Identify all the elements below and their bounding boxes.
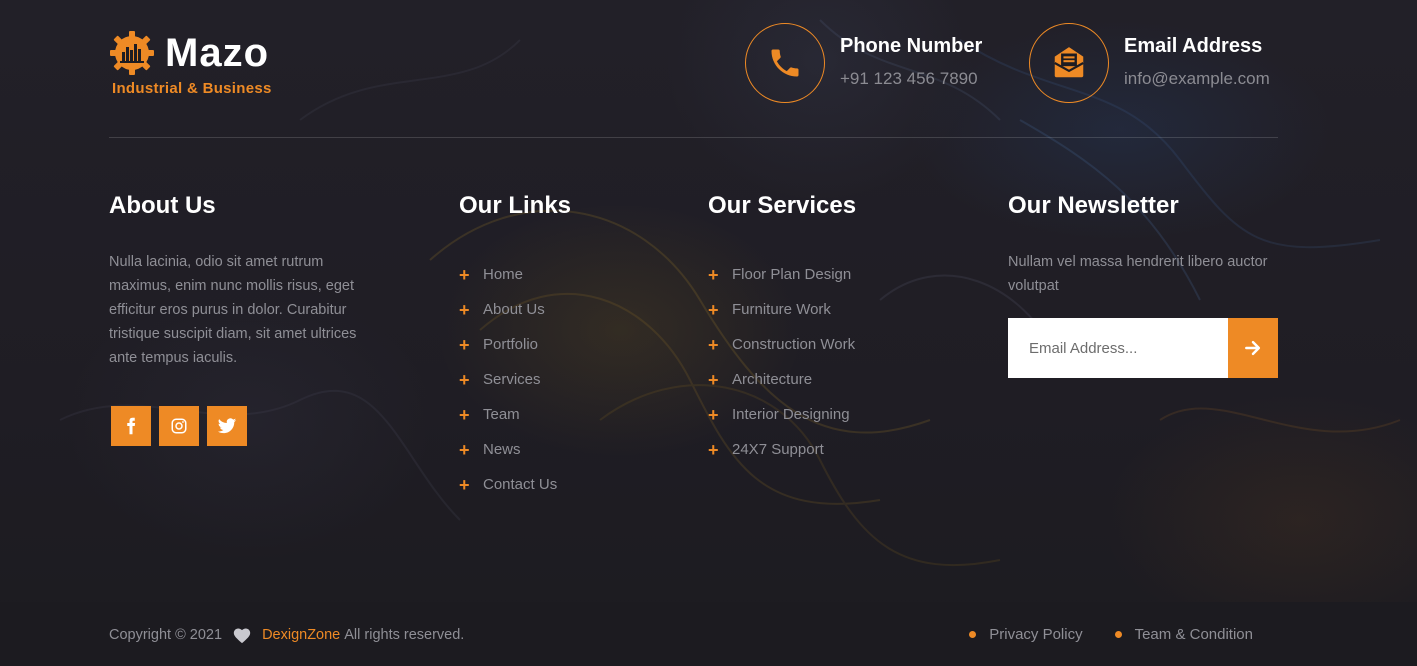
footer-bottom-bar: Copyright © 2021 DexignZone All rights r… <box>0 602 1417 666</box>
arrow-right-icon <box>1245 340 1261 356</box>
copyright: Copyright © 2021 DexignZone All rights r… <box>109 626 464 644</box>
rights-text: All rights reserved. <box>344 627 465 643</box>
link-label: Team <box>483 406 520 423</box>
link-label: Services <box>483 371 541 388</box>
legal-links: Privacy Policy Team & Condition <box>969 626 1253 643</box>
twitter-button[interactable] <box>207 406 247 446</box>
facebook-icon <box>127 417 136 435</box>
service-label: Furniture Work <box>732 301 831 318</box>
phone-icon <box>771 49 799 77</box>
link-label: Portfolio <box>483 336 539 353</box>
legal-label: Privacy Policy <box>989 626 1083 643</box>
phone-value[interactable]: +91 123 456 7890 <box>840 69 982 89</box>
legal-label: Team & Condition <box>1134 626 1253 643</box>
services-column: Our Services + Floor Plan Design + Furnitu… <box>708 192 856 467</box>
services-list: + Floor Plan Design + Furniture Work + Cons… <box>708 257 856 467</box>
plus-icon: + <box>708 334 719 355</box>
logo-tagline: Industrial & Business <box>112 80 272 97</box>
service-label: Architecture <box>732 371 813 388</box>
instagram-icon <box>171 418 187 434</box>
logo-name: Mazo <box>165 31 269 75</box>
service-label: 24X7 Support <box>732 441 824 458</box>
social-links <box>109 406 379 446</box>
privacy-policy-link[interactable]: Privacy Policy <box>969 626 1083 643</box>
bullet-dot-icon <box>969 631 977 638</box>
plus-icon: + <box>708 264 719 285</box>
service-label: Interior Designing <box>732 406 850 423</box>
service-item-interior[interactable]: + Interior Designing <box>708 397 856 432</box>
link-item-news[interactable]: + News <box>459 432 571 467</box>
plus-icon: + <box>459 369 470 390</box>
service-item-architecture[interactable]: + Architecture <box>708 362 856 397</box>
link-item-about-us[interactable]: + About Us <box>459 292 571 327</box>
services-title: Our Services <box>708 192 857 219</box>
facebook-button[interactable] <box>111 406 151 446</box>
link-label: News <box>483 441 521 458</box>
service-item-furniture[interactable]: + Furniture Work <box>708 292 856 327</box>
footer-top-bar: Mazo Industrial & Business Phone Number … <box>109 0 1278 138</box>
about-text: Nulla lacinia, odio sit amet rutrum maxi… <box>109 254 357 366</box>
email-icon-circle <box>1029 23 1109 103</box>
instagram-button[interactable] <box>159 406 199 446</box>
plus-icon: + <box>459 334 470 355</box>
contact-email: Email Address info@example.com <box>1029 23 1270 103</box>
plus-icon: + <box>459 299 470 320</box>
plus-icon: + <box>708 369 719 390</box>
email-value[interactable]: info@example.com <box>1124 69 1270 89</box>
plus-icon: + <box>459 439 470 460</box>
envelope-icon <box>1054 47 1084 78</box>
link-item-home[interactable]: + Home <box>459 257 571 292</box>
newsletter-email-input[interactable] <box>1008 318 1228 378</box>
phone-icon-circle <box>745 23 825 103</box>
plus-icon: + <box>708 404 719 425</box>
link-item-contact-us[interactable]: + Contact Us <box>459 467 571 502</box>
link-label: About Us <box>483 301 545 318</box>
service-item-construction[interactable]: + Construction Work <box>708 327 856 362</box>
links-column: Our Links + Home + About Us + Portfolio + Se… <box>459 192 571 502</box>
copyright-text: Copyright © 2021 <box>109 627 223 643</box>
logo[interactable]: Mazo Industrial & Business <box>109 30 272 97</box>
link-item-team[interactable]: + Team <box>459 397 571 432</box>
plus-icon: + <box>459 404 470 425</box>
plus-icon: + <box>708 299 719 320</box>
newsletter-form <box>1008 318 1278 378</box>
service-item-support[interactable]: +24X7 Support <box>708 432 856 467</box>
about-title: About Us <box>109 192 216 219</box>
phone-title: Phone Number <box>840 35 983 57</box>
newsletter-submit-button[interactable] <box>1228 318 1278 378</box>
link-item-portfolio[interactable]: + Portfolio <box>459 327 571 362</box>
link-label: Contact Us <box>483 476 558 493</box>
logo-gear-icon <box>110 31 154 75</box>
link-item-services[interactable]: + Services <box>459 362 571 397</box>
email-title: Email Address <box>1124 35 1263 57</box>
plus-icon: + <box>459 474 470 495</box>
plus-icon: + <box>708 439 719 460</box>
link-label: Home <box>483 266 524 283</box>
plus-icon: + <box>459 264 470 285</box>
company-link[interactable]: DexignZone <box>262 627 340 643</box>
newsletter-title: Our Newsletter <box>1008 192 1179 219</box>
links-list: + Home + About Us + Portfolio + Services + Te… <box>459 257 571 502</box>
heart-icon <box>232 626 252 644</box>
newsletter-text: Nullam vel massa hendrerit libero auctor… <box>1008 254 1268 294</box>
service-label: Floor Plan Design <box>732 266 852 283</box>
contact-phone: Phone Number +91 123 456 7890 <box>745 23 982 103</box>
about-column: About Us Nulla lacinia, odio sit amet ru… <box>109 192 379 446</box>
service-item-floor-plan[interactable]: + Floor Plan Design <box>708 257 856 292</box>
terms-link[interactable]: Team & Condition <box>1114 626 1253 643</box>
bullet-dot-icon <box>1114 631 1122 638</box>
newsletter-column: Our Newsletter Nullam vel massa hendreri… <box>1008 192 1278 378</box>
service-label: Construction Work <box>732 336 856 353</box>
links-title: Our Links <box>459 192 572 219</box>
twitter-icon <box>217 418 237 434</box>
